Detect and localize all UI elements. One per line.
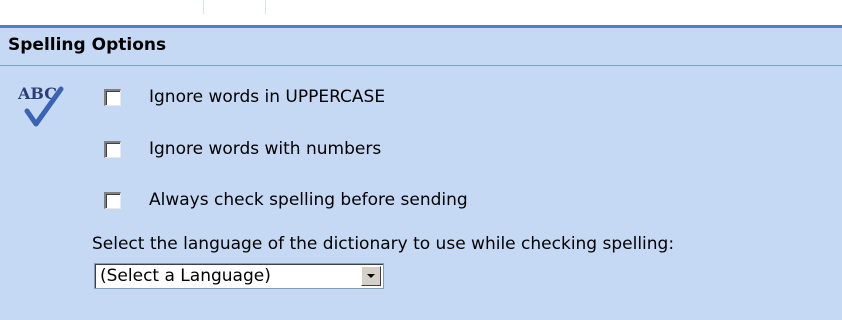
tab-divider (265, 0, 266, 14)
ignore-uppercase-checkbox[interactable] (104, 88, 121, 106)
ignore-numbers-label: Ignore words with numbers (149, 139, 382, 159)
check-before-sending-checkbox[interactable] (104, 191, 121, 209)
tab-divider (203, 0, 204, 14)
language-select[interactable]: (Select a Language) (94, 263, 384, 289)
language-select-value: (Select a Language) (100, 266, 271, 286)
abc-check-icon: ABC (17, 84, 64, 127)
check-before-sending-label: Always check spelling before sending (149, 190, 468, 210)
top-strip (0, 0, 842, 28)
section-header: Spelling Options (0, 28, 842, 66)
spelling-options-panel: ABC Ignore words in UPPERCASE Ignore wor… (0, 66, 842, 320)
option-ignore-numbers[interactable]: Ignore words with numbers (104, 136, 381, 162)
ignore-numbers-checkbox[interactable] (104, 140, 121, 158)
option-ignore-uppercase[interactable]: Ignore words in UPPERCASE (104, 84, 385, 110)
ignore-uppercase-label: Ignore words in UPPERCASE (149, 87, 386, 107)
chevron-down-icon (367, 274, 375, 278)
section-title: Spelling Options (8, 35, 167, 55)
dropdown-button[interactable] (361, 266, 381, 286)
option-check-before-sending[interactable]: Always check spelling before sending (104, 187, 468, 213)
language-instruction: Select the language of the dictionary to… (92, 234, 675, 254)
